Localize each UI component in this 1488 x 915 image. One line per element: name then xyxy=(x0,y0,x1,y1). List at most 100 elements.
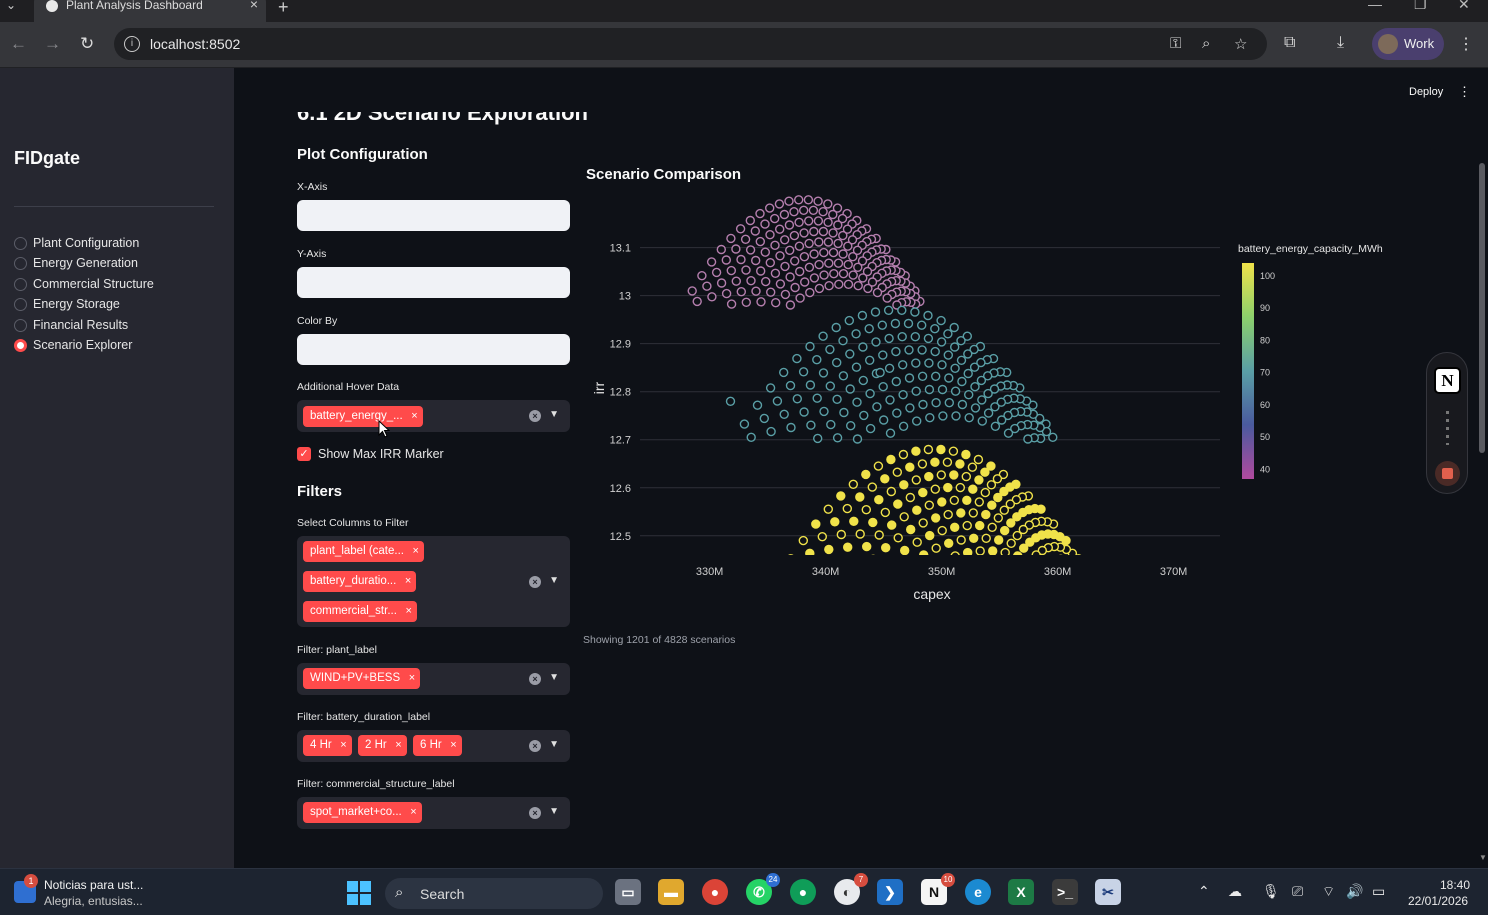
reload-icon[interactable]: ↻ xyxy=(80,34,94,54)
chart-point[interactable] xyxy=(878,381,888,392)
radio-icon[interactable] xyxy=(14,298,27,311)
chart-point[interactable] xyxy=(814,237,824,247)
chart-point[interactable] xyxy=(878,350,888,360)
chart-point[interactable] xyxy=(890,318,901,329)
chart-point[interactable] xyxy=(950,342,960,352)
chart-point[interactable] xyxy=(755,236,766,247)
chart-point[interactable] xyxy=(845,349,855,359)
chart-point[interactable] xyxy=(961,449,971,460)
chart-point[interactable] xyxy=(770,268,781,279)
multiselect-chip[interactable]: 2 Hr × xyxy=(358,735,407,756)
edge-icon[interactable]: e xyxy=(965,879,991,905)
chart-point[interactable] xyxy=(731,276,742,286)
chart-point[interactable] xyxy=(886,454,896,465)
chart-point[interactable] xyxy=(784,220,795,230)
cloud-icon[interactable]: ☁ xyxy=(1228,883,1242,900)
chart-point[interactable] xyxy=(785,272,795,282)
chart-point[interactable] xyxy=(848,479,858,489)
chart-point[interactable] xyxy=(863,283,873,294)
chart-point[interactable] xyxy=(702,281,712,291)
chart-point[interactable] xyxy=(961,471,971,482)
taskbar-search[interactable]: ⌕ Search xyxy=(385,878,603,909)
tab-search-icon[interactable]: ⌄ xyxy=(6,0,16,12)
chart-point[interactable] xyxy=(834,279,844,290)
chart-point[interactable] xyxy=(879,415,889,425)
chart-point[interactable] xyxy=(967,462,978,472)
chart-point[interactable] xyxy=(832,357,842,368)
chart-point[interactable] xyxy=(745,245,756,255)
chart-point[interactable] xyxy=(918,518,928,528)
chart-point[interactable] xyxy=(999,505,1009,515)
chart-point[interactable] xyxy=(823,199,833,209)
chart-point[interactable] xyxy=(893,533,903,543)
chart-point[interactable] xyxy=(819,406,829,417)
chart-point[interactable] xyxy=(769,213,780,224)
chrome-icon[interactable]: ● xyxy=(702,879,728,905)
chart-point[interactable] xyxy=(977,416,987,426)
chart-point[interactable] xyxy=(814,259,824,270)
chart-point[interactable] xyxy=(876,568,884,576)
chart-point[interactable] xyxy=(858,342,868,352)
clear-icon[interactable]: × xyxy=(529,807,541,819)
chart-point[interactable] xyxy=(962,495,972,505)
chart-point[interactable] xyxy=(918,399,928,410)
chart-point[interactable] xyxy=(887,520,897,530)
chart-point[interactable] xyxy=(911,475,921,485)
chart-point[interactable] xyxy=(898,389,908,400)
minimize-icon[interactable]: — xyxy=(1368,0,1382,12)
chart-point[interactable] xyxy=(803,195,814,205)
chart-point[interactable] xyxy=(706,257,717,267)
chart-point[interactable] xyxy=(997,415,1007,425)
chart-point[interactable] xyxy=(721,288,732,299)
chart-point[interactable] xyxy=(1081,568,1089,576)
chart-point[interactable] xyxy=(1057,554,1065,563)
y-axis-select[interactable] xyxy=(297,267,570,298)
chart-point[interactable] xyxy=(785,300,796,310)
chart-point[interactable] xyxy=(912,416,922,426)
chart-point[interactable] xyxy=(765,230,775,240)
chart-point[interactable] xyxy=(852,397,862,407)
chart-point[interactable] xyxy=(809,249,819,259)
chart-point[interactable] xyxy=(811,519,821,529)
chart-point[interactable] xyxy=(711,267,722,278)
chart-point[interactable] xyxy=(917,320,927,330)
chart-point[interactable] xyxy=(885,395,895,405)
radio-icon[interactable] xyxy=(14,278,27,291)
chart-point[interactable] xyxy=(900,545,910,555)
chart-point[interactable] xyxy=(886,486,896,497)
chart-point[interactable] xyxy=(884,363,895,374)
chart-point[interactable] xyxy=(970,381,980,392)
terminal-icon[interactable]: >_ xyxy=(1052,879,1078,905)
chip-remove-icon[interactable]: × xyxy=(450,735,456,756)
chart-point[interactable] xyxy=(844,315,854,326)
chart-point[interactable] xyxy=(809,226,819,237)
battery-icon[interactable]: ▭ xyxy=(1372,883,1385,900)
chart-point[interactable] xyxy=(842,503,852,514)
chart-point[interactable] xyxy=(944,397,954,408)
restore-icon[interactable]: ❐ xyxy=(1414,0,1427,13)
chart-point[interactable] xyxy=(836,529,846,540)
chart-point[interactable] xyxy=(884,333,894,344)
chart-point[interactable] xyxy=(950,551,960,560)
chevron-down-icon[interactable]: ▼ xyxy=(549,806,559,817)
chart-point[interactable] xyxy=(692,296,702,307)
chart-point[interactable] xyxy=(707,292,717,302)
chart-point[interactable] xyxy=(968,484,978,494)
chart-point[interactable] xyxy=(833,258,844,268)
chart-point[interactable] xyxy=(906,524,916,535)
chart-point[interactable] xyxy=(857,310,868,321)
multiselect-chip[interactable]: commercial_str... × xyxy=(303,601,417,622)
chart-point[interactable] xyxy=(870,307,881,317)
chart-point[interactable] xyxy=(963,349,973,359)
chart-point[interactable] xyxy=(1006,518,1016,528)
chart-point[interactable] xyxy=(931,513,941,523)
chart-point[interactable] xyxy=(805,380,816,390)
chart-point[interactable] xyxy=(833,220,843,230)
chart-point[interactable] xyxy=(825,344,835,355)
chart-point[interactable] xyxy=(830,517,840,527)
chart-point[interactable] xyxy=(843,241,853,251)
chart-point[interactable] xyxy=(750,226,761,236)
chart-point[interactable] xyxy=(994,535,1004,545)
chart-point[interactable] xyxy=(942,457,953,467)
chart-point[interactable] xyxy=(853,262,863,273)
